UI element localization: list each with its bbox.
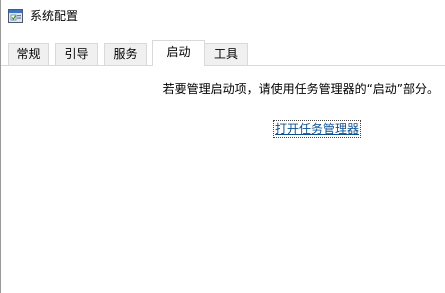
open-task-manager-link[interactable]: 打开任务管理器 (272, 120, 362, 138)
tab-general[interactable]: 常规 (8, 43, 49, 65)
startup-info-message: 若要管理启动项，请使用任务管理器的“启动”部分。 (162, 82, 439, 96)
title-bar[interactable]: 系统配置 (1, 0, 445, 32)
tab-tools[interactable]: 工具 (204, 43, 248, 65)
tab-services[interactable]: 服务 (104, 43, 147, 65)
startup-tab-panel: 若要管理启动项，请使用任务管理器的“启动”部分。 打开任务管理器 (1, 65, 445, 293)
msconfig-window-icon (8, 8, 23, 23)
tab-boot[interactable]: 引导 (55, 43, 98, 65)
system-configuration-window: 系统配置 常规 引导 服务 启动 工具 若要管理启动项，请使用任务管理器的“启动… (0, 0, 445, 293)
tab-bar: 常规 引导 服务 启动 工具 (1, 40, 445, 66)
tab-startup[interactable]: 启动 (152, 40, 205, 66)
window-title: 系统配置 (30, 9, 79, 23)
